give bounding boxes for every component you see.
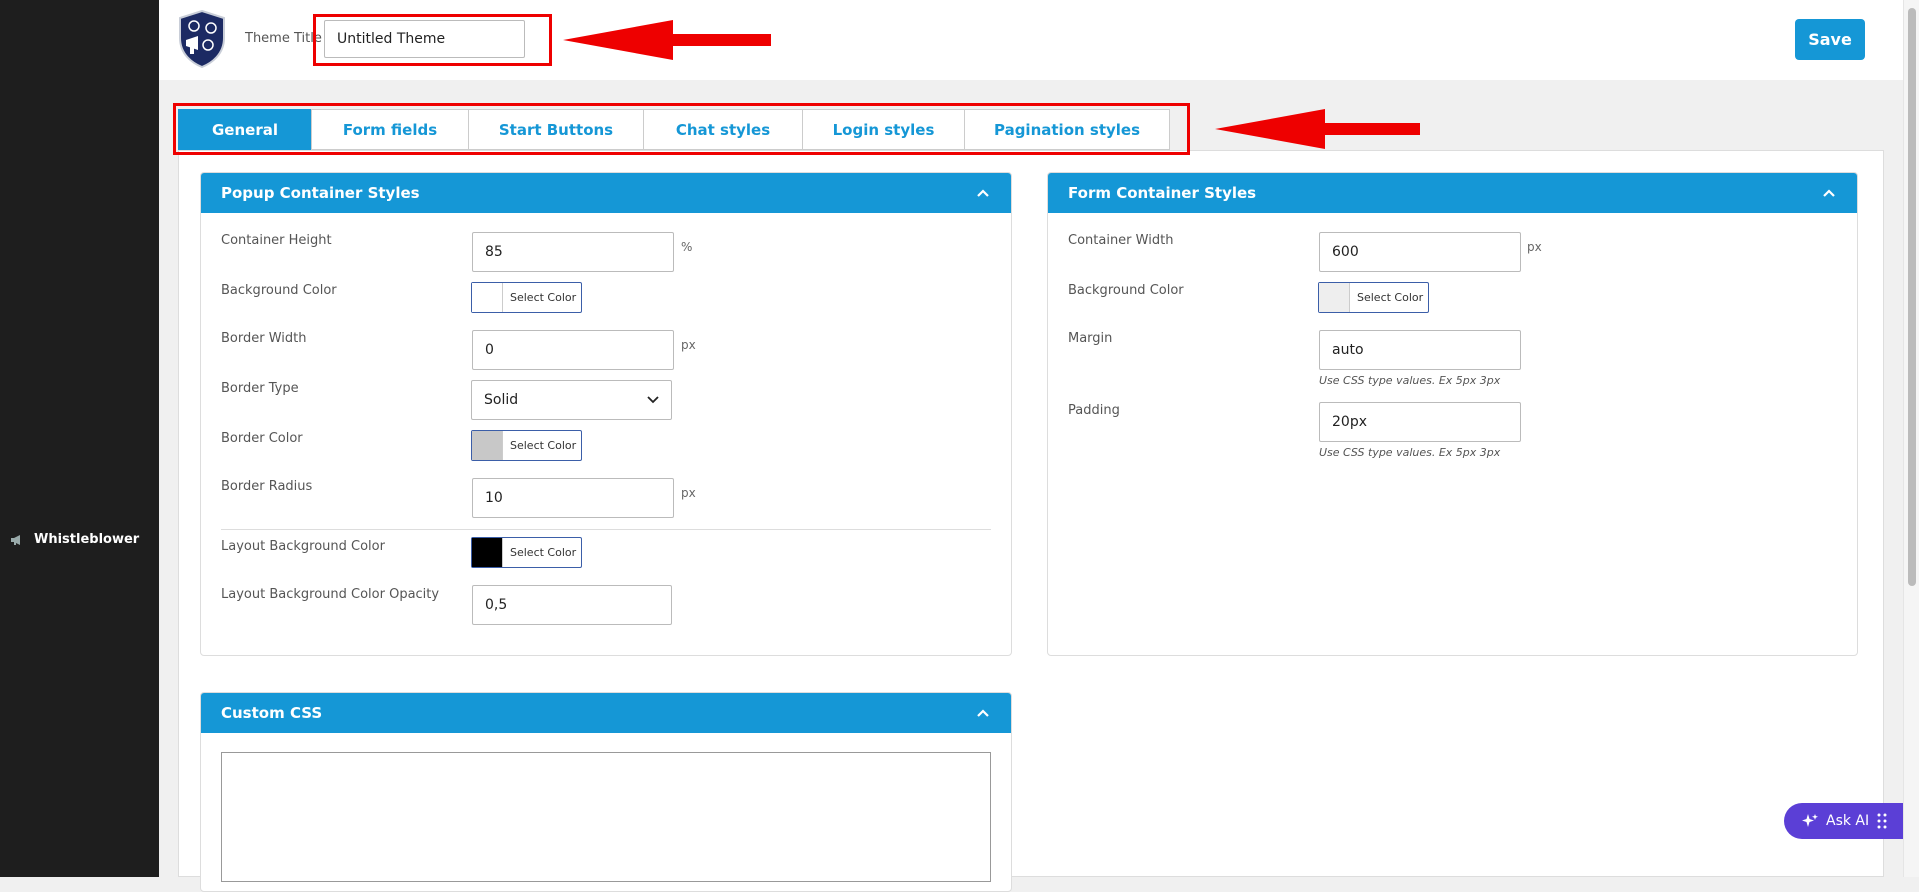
- form-background-color-label: Background Color: [1068, 283, 1184, 298]
- container-height-input[interactable]: 85: [472, 232, 674, 272]
- unit-label: px: [1527, 240, 1542, 254]
- unit-label: %: [681, 240, 693, 254]
- save-button[interactable]: Save: [1795, 19, 1865, 60]
- margin-label: Margin: [1068, 331, 1113, 346]
- tab-form-fields[interactable]: Form fields: [311, 109, 469, 150]
- border-type-select[interactable]: Solid: [471, 380, 672, 420]
- select-color-label: Select Color: [510, 546, 577, 559]
- background-color-picker[interactable]: Select Color: [471, 282, 582, 313]
- ask-ai-label: Ask AI: [1826, 813, 1870, 829]
- layout-opacity-input[interactable]: 0,5: [472, 585, 672, 625]
- layout-background-color-label: Layout Background Color: [221, 539, 385, 554]
- panel-header[interactable]: Popup Container Styles: [201, 173, 1011, 213]
- select-color-label: Select Color: [510, 291, 577, 304]
- panel-header[interactable]: Form Container Styles: [1048, 173, 1857, 213]
- tab-start-buttons[interactable]: Start Buttons: [468, 109, 644, 150]
- select-color-label: Select Color: [1357, 291, 1424, 304]
- form-background-color-picker[interactable]: Select Color: [1318, 282, 1429, 313]
- annotation-arrow-tabs: [1215, 109, 1420, 149]
- border-color-label: Border Color: [221, 431, 303, 446]
- divider: [221, 529, 991, 530]
- color-swatch: [1319, 283, 1350, 312]
- sidebar-item-whistleblower[interactable]: Whistleblower: [10, 532, 139, 547]
- background-color-label: Background Color: [221, 283, 337, 298]
- sidebar-item-label: Whistleblower: [34, 532, 140, 547]
- chevron-up-icon[interactable]: [1821, 185, 1837, 201]
- panel-header[interactable]: Custom CSS: [201, 693, 1011, 733]
- border-radius-label: Border Radius: [221, 479, 313, 494]
- tab-login-styles[interactable]: Login styles: [802, 109, 965, 150]
- color-swatch: [472, 538, 503, 567]
- tab-pagination-styles[interactable]: Pagination styles: [964, 109, 1170, 150]
- border-width-input[interactable]: 0: [472, 330, 674, 370]
- scrollbar-thumb[interactable]: [1908, 8, 1916, 586]
- theme-title-label: Theme Title: [245, 31, 322, 46]
- shield-logo-icon: [179, 10, 225, 68]
- margin-input[interactable]: auto: [1319, 330, 1521, 370]
- color-swatch: [472, 283, 503, 312]
- border-radius-input[interactable]: 10: [472, 478, 674, 518]
- margin-hint: Use CSS type values. Ex 5px 3px: [1319, 374, 1501, 387]
- padding-input[interactable]: 20px: [1319, 402, 1521, 442]
- sidebar: Whistleblower: [0, 0, 159, 877]
- tab-chat-styles[interactable]: Chat styles: [643, 109, 803, 150]
- select-color-label: Select Color: [510, 439, 577, 452]
- layout-background-color-picker[interactable]: Select Color: [471, 537, 582, 568]
- container-width-input[interactable]: 600: [1319, 232, 1521, 272]
- border-type-value: Solid: [484, 392, 519, 408]
- tab-bar: General Form fields Start Buttons Chat s…: [178, 109, 1170, 150]
- border-width-label: Border Width: [221, 331, 307, 346]
- panel-title: Form Container Styles: [1068, 184, 1257, 202]
- theme-title-input[interactable]: [324, 20, 525, 58]
- chevron-up-icon[interactable]: [975, 705, 991, 721]
- unit-label: px: [681, 338, 696, 352]
- chevron-down-icon: [647, 396, 659, 404]
- container-height-label: Container Height: [221, 233, 332, 248]
- panel-title: Custom CSS: [221, 704, 323, 722]
- panel-title: Popup Container Styles: [221, 184, 420, 202]
- padding-label: Padding: [1068, 403, 1120, 418]
- annotation-arrow-title: [563, 20, 771, 60]
- tab-general[interactable]: General: [178, 109, 312, 150]
- padding-hint: Use CSS type values. Ex 5px 3px: [1319, 446, 1501, 459]
- drag-handle-icon[interactable]: [1877, 813, 1887, 829]
- container-width-label: Container Width: [1068, 233, 1174, 248]
- color-swatch: [472, 431, 503, 460]
- unit-label: px: [681, 486, 696, 500]
- sparkle-icon: [1802, 814, 1818, 827]
- custom-css-textarea[interactable]: [221, 752, 991, 882]
- chevron-up-icon[interactable]: [975, 185, 991, 201]
- border-type-label: Border Type: [221, 381, 299, 396]
- layout-opacity-label: Layout Background Color Opacity: [221, 587, 440, 602]
- border-color-picker[interactable]: Select Color: [471, 430, 582, 461]
- ask-ai-button[interactable]: Ask AI: [1784, 803, 1903, 839]
- megaphone-icon: [11, 534, 20, 545]
- vertical-scrollbar[interactable]: [1903, 0, 1919, 877]
